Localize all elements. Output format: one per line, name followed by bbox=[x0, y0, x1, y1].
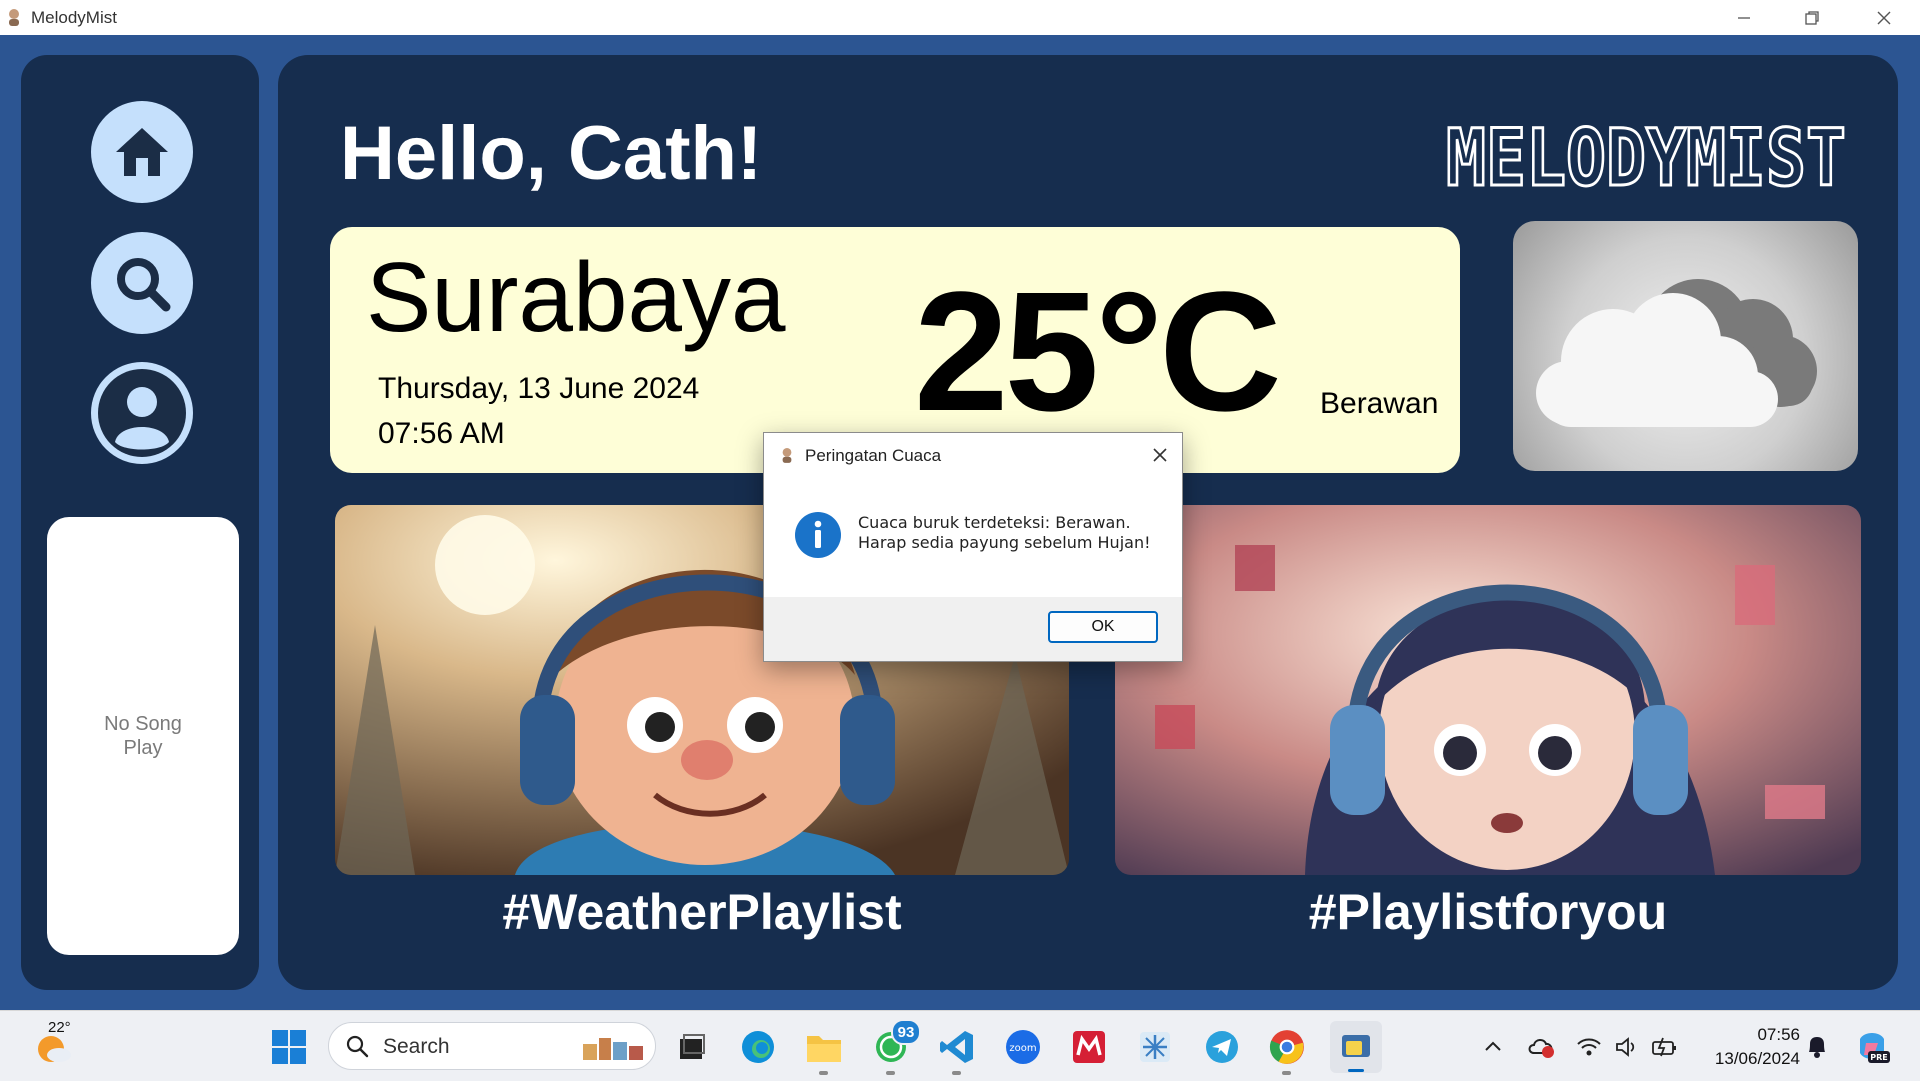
now-playing-panel: No Song Play bbox=[47, 517, 239, 955]
user-icon bbox=[98, 369, 186, 457]
running-indicator bbox=[952, 1071, 961, 1075]
running-indicator bbox=[1282, 1071, 1291, 1075]
playlist-for-you-image[interactable] bbox=[1115, 505, 1861, 875]
edge-button[interactable] bbox=[738, 1027, 778, 1067]
vscode-icon bbox=[940, 1031, 973, 1063]
task-view-icon bbox=[680, 1034, 705, 1059]
notifications-button[interactable] bbox=[1800, 1027, 1834, 1067]
python-app-button[interactable] bbox=[1330, 1021, 1382, 1073]
copilot-icon: PRE bbox=[1860, 1033, 1890, 1063]
taskbar-search[interactable]: Search bbox=[328, 1022, 656, 1070]
mendeley-icon bbox=[1073, 1031, 1105, 1063]
svg-text:PRE: PRE bbox=[1870, 1053, 1888, 1062]
weather-warning-dialog: Peringatan Cuaca Cuaca buruk terdeteksi:… bbox=[763, 432, 1183, 662]
ok-button[interactable]: OK bbox=[1048, 611, 1158, 643]
temperature: 25°C bbox=[914, 257, 1282, 447]
zoom-icon: zoom bbox=[1006, 1030, 1040, 1064]
dialog-message-line-1: Cuaca buruk terdeteksi: Berawan. bbox=[858, 513, 1131, 532]
chevron-up-icon bbox=[1485, 1041, 1501, 1051]
wifi-status[interactable] bbox=[1572, 1027, 1606, 1067]
dialog-titlebar: Peringatan Cuaca bbox=[764, 433, 1182, 477]
search-icon bbox=[346, 1035, 369, 1058]
show-hidden-icons-button[interactable] bbox=[1478, 1027, 1508, 1067]
clock-time: 07:56 bbox=[1757, 1025, 1800, 1044]
clock-date: 13/06/2024 bbox=[1714, 1049, 1800, 1068]
whatsapp-button[interactable]: 93 bbox=[871, 1019, 921, 1075]
speaker-icon bbox=[1616, 1037, 1635, 1057]
running-indicator bbox=[886, 1071, 895, 1075]
now-playing-text: No Song Play bbox=[104, 713, 182, 759]
telegram-icon bbox=[1206, 1031, 1238, 1063]
telegram-button[interactable] bbox=[1202, 1027, 1242, 1067]
weather-playlist-label[interactable]: #WeatherPlaylist bbox=[335, 883, 1069, 941]
running-indicator bbox=[819, 1071, 828, 1075]
current-time: 07:56 AM bbox=[378, 417, 505, 450]
taskbar-weather-widget[interactable]: 22° bbox=[28, 1019, 82, 1067]
restore-icon bbox=[1805, 10, 1819, 25]
edge-icon bbox=[742, 1031, 774, 1063]
home-icon bbox=[116, 128, 168, 176]
file-explorer-button[interactable] bbox=[804, 1027, 844, 1075]
folder-icon bbox=[807, 1036, 841, 1062]
window-titlebar: MelodyMist bbox=[0, 0, 1920, 35]
weather-icon-panel bbox=[1513, 221, 1858, 471]
dialog-close-icon[interactable] bbox=[1152, 447, 1168, 463]
window-title: MelodyMist bbox=[31, 8, 117, 27]
python-icon bbox=[1342, 1035, 1370, 1057]
svg-text:MELODYMIST: MELODYMIST bbox=[1446, 117, 1846, 197]
restore-button[interactable] bbox=[1778, 0, 1846, 35]
info-icon bbox=[795, 512, 841, 558]
greeting-heading: Hello, Cath! bbox=[340, 111, 763, 196]
dialog-body: Cuaca buruk terdeteksi: Berawan. Harap s… bbox=[764, 477, 1182, 597]
cloud-error-icon bbox=[1528, 1039, 1554, 1058]
weather-condition: Berawan bbox=[1320, 387, 1439, 420]
nav-profile-button[interactable] bbox=[91, 362, 193, 464]
app-avatar-icon bbox=[9, 9, 19, 26]
start-button[interactable] bbox=[269, 1027, 309, 1067]
wifi-icon bbox=[1577, 1038, 1601, 1056]
cloud-icon bbox=[1536, 279, 1817, 427]
city-name: Surabaya bbox=[366, 242, 786, 352]
snowflake-grid-icon bbox=[1140, 1032, 1170, 1062]
svg-text:zoom: zoom bbox=[1009, 1043, 1036, 1054]
battery-status[interactable] bbox=[1648, 1027, 1682, 1067]
nav-home-button[interactable] bbox=[91, 101, 193, 203]
cloud-sync-status[interactable] bbox=[1525, 1027, 1559, 1067]
copilot-button[interactable]: PRE bbox=[1852, 1027, 1892, 1067]
taskbar-weather-temp: 22° bbox=[48, 1019, 71, 1036]
minimize-icon bbox=[1738, 16, 1750, 19]
taskbar-clock[interactable]: 07:56 13/06/2024 bbox=[1690, 1023, 1800, 1071]
bell-icon bbox=[1809, 1037, 1825, 1058]
search-highlight-icon bbox=[583, 1038, 643, 1060]
dialog-footer: OK bbox=[764, 597, 1182, 661]
zoom-button[interactable]: zoom bbox=[1003, 1027, 1043, 1067]
battery-charging-icon bbox=[1652, 1037, 1676, 1057]
dialog-message-line-2: Harap sedia payung sebelum Hujan! bbox=[858, 533, 1151, 552]
melodymist-logo: MELODYMIST bbox=[1446, 117, 1846, 197]
close-button[interactable] bbox=[1850, 0, 1918, 35]
current-date: Thursday, 13 June 2024 bbox=[378, 372, 700, 405]
vscode-button[interactable] bbox=[937, 1027, 977, 1075]
minimize-button[interactable] bbox=[1710, 0, 1778, 35]
chrome-button[interactable] bbox=[1267, 1027, 1307, 1075]
app-avatar-icon bbox=[782, 448, 792, 463]
volume-control[interactable] bbox=[1610, 1027, 1644, 1067]
snipping-tool-button[interactable] bbox=[1135, 1027, 1175, 1067]
playlist-for-you-label[interactable]: #Playlistforyou bbox=[1115, 883, 1861, 941]
chrome-icon bbox=[1269, 1030, 1304, 1064]
close-icon bbox=[1877, 11, 1891, 24]
windows-logo-icon bbox=[272, 1030, 306, 1064]
whatsapp-unread-badge: 93 bbox=[891, 1019, 921, 1045]
active-indicator bbox=[1348, 1069, 1364, 1072]
search-icon bbox=[117, 258, 171, 312]
dialog-message: Cuaca buruk terdeteksi: Berawan. Harap s… bbox=[858, 513, 1151, 553]
dialog-title: Peringatan Cuaca bbox=[805, 446, 942, 465]
taskbar-search-placeholder: Search bbox=[383, 1035, 450, 1058]
taskbar: 22° Search 93 zoom 07:56 13/06/2024 PRE bbox=[0, 1010, 1920, 1081]
sidebar: No Song Play bbox=[21, 55, 259, 990]
task-view-button[interactable] bbox=[672, 1027, 712, 1067]
girl-headphones-illustration bbox=[1115, 505, 1861, 875]
mendeley-button[interactable] bbox=[1069, 1027, 1109, 1067]
nav-search-button[interactable] bbox=[91, 232, 193, 334]
